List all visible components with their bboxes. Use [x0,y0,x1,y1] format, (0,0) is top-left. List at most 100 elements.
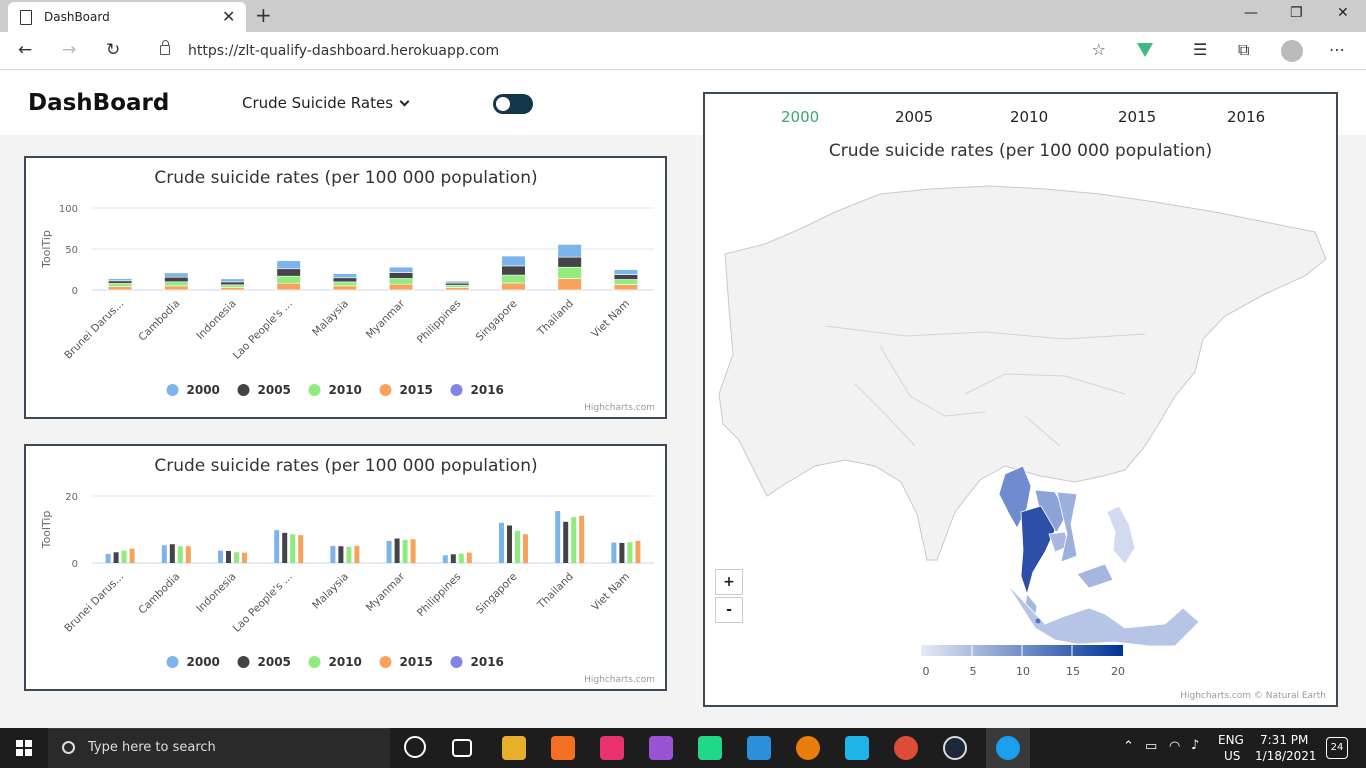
region-label[interactable]: US [1224,749,1240,763]
zoom-in-button[interactable]: + [715,569,743,595]
bar [282,532,288,563]
language-label[interactable]: ENG [1218,733,1244,747]
y-tick-label: 100 [59,204,78,215]
stacked-bar-segment [107,278,133,282]
blender-icon[interactable] [796,736,820,760]
bar [330,545,336,563]
stacked-bar-segment [445,284,470,288]
stacked-bar-segment [276,275,301,284]
windows-start-icon[interactable] [16,740,32,756]
bar [185,546,191,563]
stacked-bar-segment [220,281,245,286]
cortana-icon[interactable] [404,736,426,758]
file-explorer-icon[interactable] [502,736,526,760]
bar [579,515,585,563]
collections-icon[interactable]: ⧉ [1238,40,1249,60]
legend-marker [308,384,321,396]
legend-marker [237,656,250,668]
stacked-bar-chart-card: Crude suicide rates (per 100 000 populat… [24,156,667,419]
bar [450,554,456,563]
x-tick-label: Malaysia [310,298,351,339]
windows-taskbar: Type here to search ⌃ ▭ ◠ ♪ ENG US 7:31 … [0,728,1366,768]
y-tick-label: 50 [65,245,78,256]
tray-chevron-icon[interactable]: ⌃ [1123,739,1134,754]
vue-devtools-icon[interactable] [1137,43,1153,57]
bar [619,542,625,563]
legend-label: 2005 [258,655,291,669]
phpstorm-icon[interactable] [649,736,673,760]
x-tick-label: Singapore [474,298,520,344]
zoom-out-button[interactable]: - [715,597,743,623]
bar [346,546,352,563]
y-axis-label: ToolTip [40,511,53,550]
webstorm-icon[interactable] [845,736,869,760]
bar [242,552,247,563]
chart-credit[interactable]: Highcharts.com [584,675,655,685]
battery-icon[interactable]: ▭ [1145,739,1157,754]
bar [627,542,633,563]
stacked-bar-segment [501,255,526,267]
volume-icon[interactable]: ♪ [1191,738,1199,753]
task-view-icon[interactable] [452,739,472,757]
favorite-star-icon[interactable]: ☆ [1092,40,1106,59]
stacked-bar-segment [613,274,639,280]
legend-marker [237,384,250,396]
wifi-icon[interactable]: ◠ [1169,739,1180,754]
stacked-bar-segment [276,282,301,291]
x-tick-label: Singapore [474,571,520,617]
clock-date[interactable]: 1/18/2021 [1255,749,1317,763]
close-window-icon[interactable]: ✕ [1337,5,1349,21]
search-placeholder: Type here to search [88,740,216,755]
notification-center-icon[interactable]: 24 [1326,737,1348,759]
metric-dropdown[interactable]: Crude Suicide Rates [242,94,410,112]
maximize-icon[interactable]: ❐ [1290,5,1303,21]
stacked-bar-segment [613,279,639,285]
address-field[interactable]: https://zlt-qualify-dashboard.herokuapp.… [144,36,1118,66]
legend-label: 2015 [400,655,433,669]
stacked-bar-segment [613,284,639,291]
vscode-icon[interactable] [747,736,771,760]
x-tick-label: Brunei Darus... [62,298,126,362]
search-icon [62,741,75,754]
chart-title: Crude suicide rates (per 100 000 populat… [154,168,537,188]
x-tick-label: Indonesia [194,298,238,342]
profile-avatar[interactable] [1281,40,1303,62]
back-icon[interactable]: ← [18,40,32,60]
stacked-bar-segment [164,281,189,287]
grouped-bar-chart-card: Crude suicide rates (per 100 000 populat… [24,444,667,691]
bar [113,552,119,563]
steam-icon[interactable] [943,736,967,760]
clock-time[interactable]: 7:31 PM [1260,733,1308,747]
new-tab-icon[interactable]: + [255,3,272,27]
bar [410,539,416,563]
stacked-bar-segment [164,272,189,278]
edge-icon[interactable] [996,736,1020,760]
stacked-bar-segment [107,283,133,287]
favorites-icon[interactable]: ☰ [1193,40,1207,59]
map-credit[interactable]: Highcharts.com © Natural Earth [1180,691,1326,701]
browser-tab[interactable]: DashBoard ✕ [8,2,246,32]
stacked-bar-segment [557,266,582,279]
chrome-icon[interactable] [894,736,918,760]
stacked-bar-segment [332,277,358,283]
theme-toggle[interactable] [493,94,533,114]
stacked-bar-segment [220,287,245,291]
refresh-icon[interactable]: ↻ [106,40,120,60]
legend-label: 2010 [329,655,362,669]
asia-map[interactable]: 0 5 10 15 20 [705,94,1336,705]
bar [121,550,127,563]
taskbar-search[interactable]: Type here to search [48,728,390,768]
grouped-bar-chart: Crude suicide rates (per 100 000 populat… [40,456,654,669]
pycharm-icon[interactable] [698,736,722,760]
more-options-icon[interactable]: ⋯ [1329,40,1345,59]
minimize-icon[interactable]: — [1244,5,1258,21]
forward-icon[interactable]: → [62,40,76,60]
stacked-bar-segment [276,268,301,277]
x-tick-label: Cambodia [136,571,182,617]
bar [274,530,280,563]
chart-credit[interactable]: Highcharts.com [584,403,655,413]
intellij-icon[interactable] [600,736,624,760]
map-region-philippines [1106,505,1136,565]
close-tab-icon[interactable]: ✕ [222,7,235,26]
xampp-icon[interactable] [551,736,575,760]
